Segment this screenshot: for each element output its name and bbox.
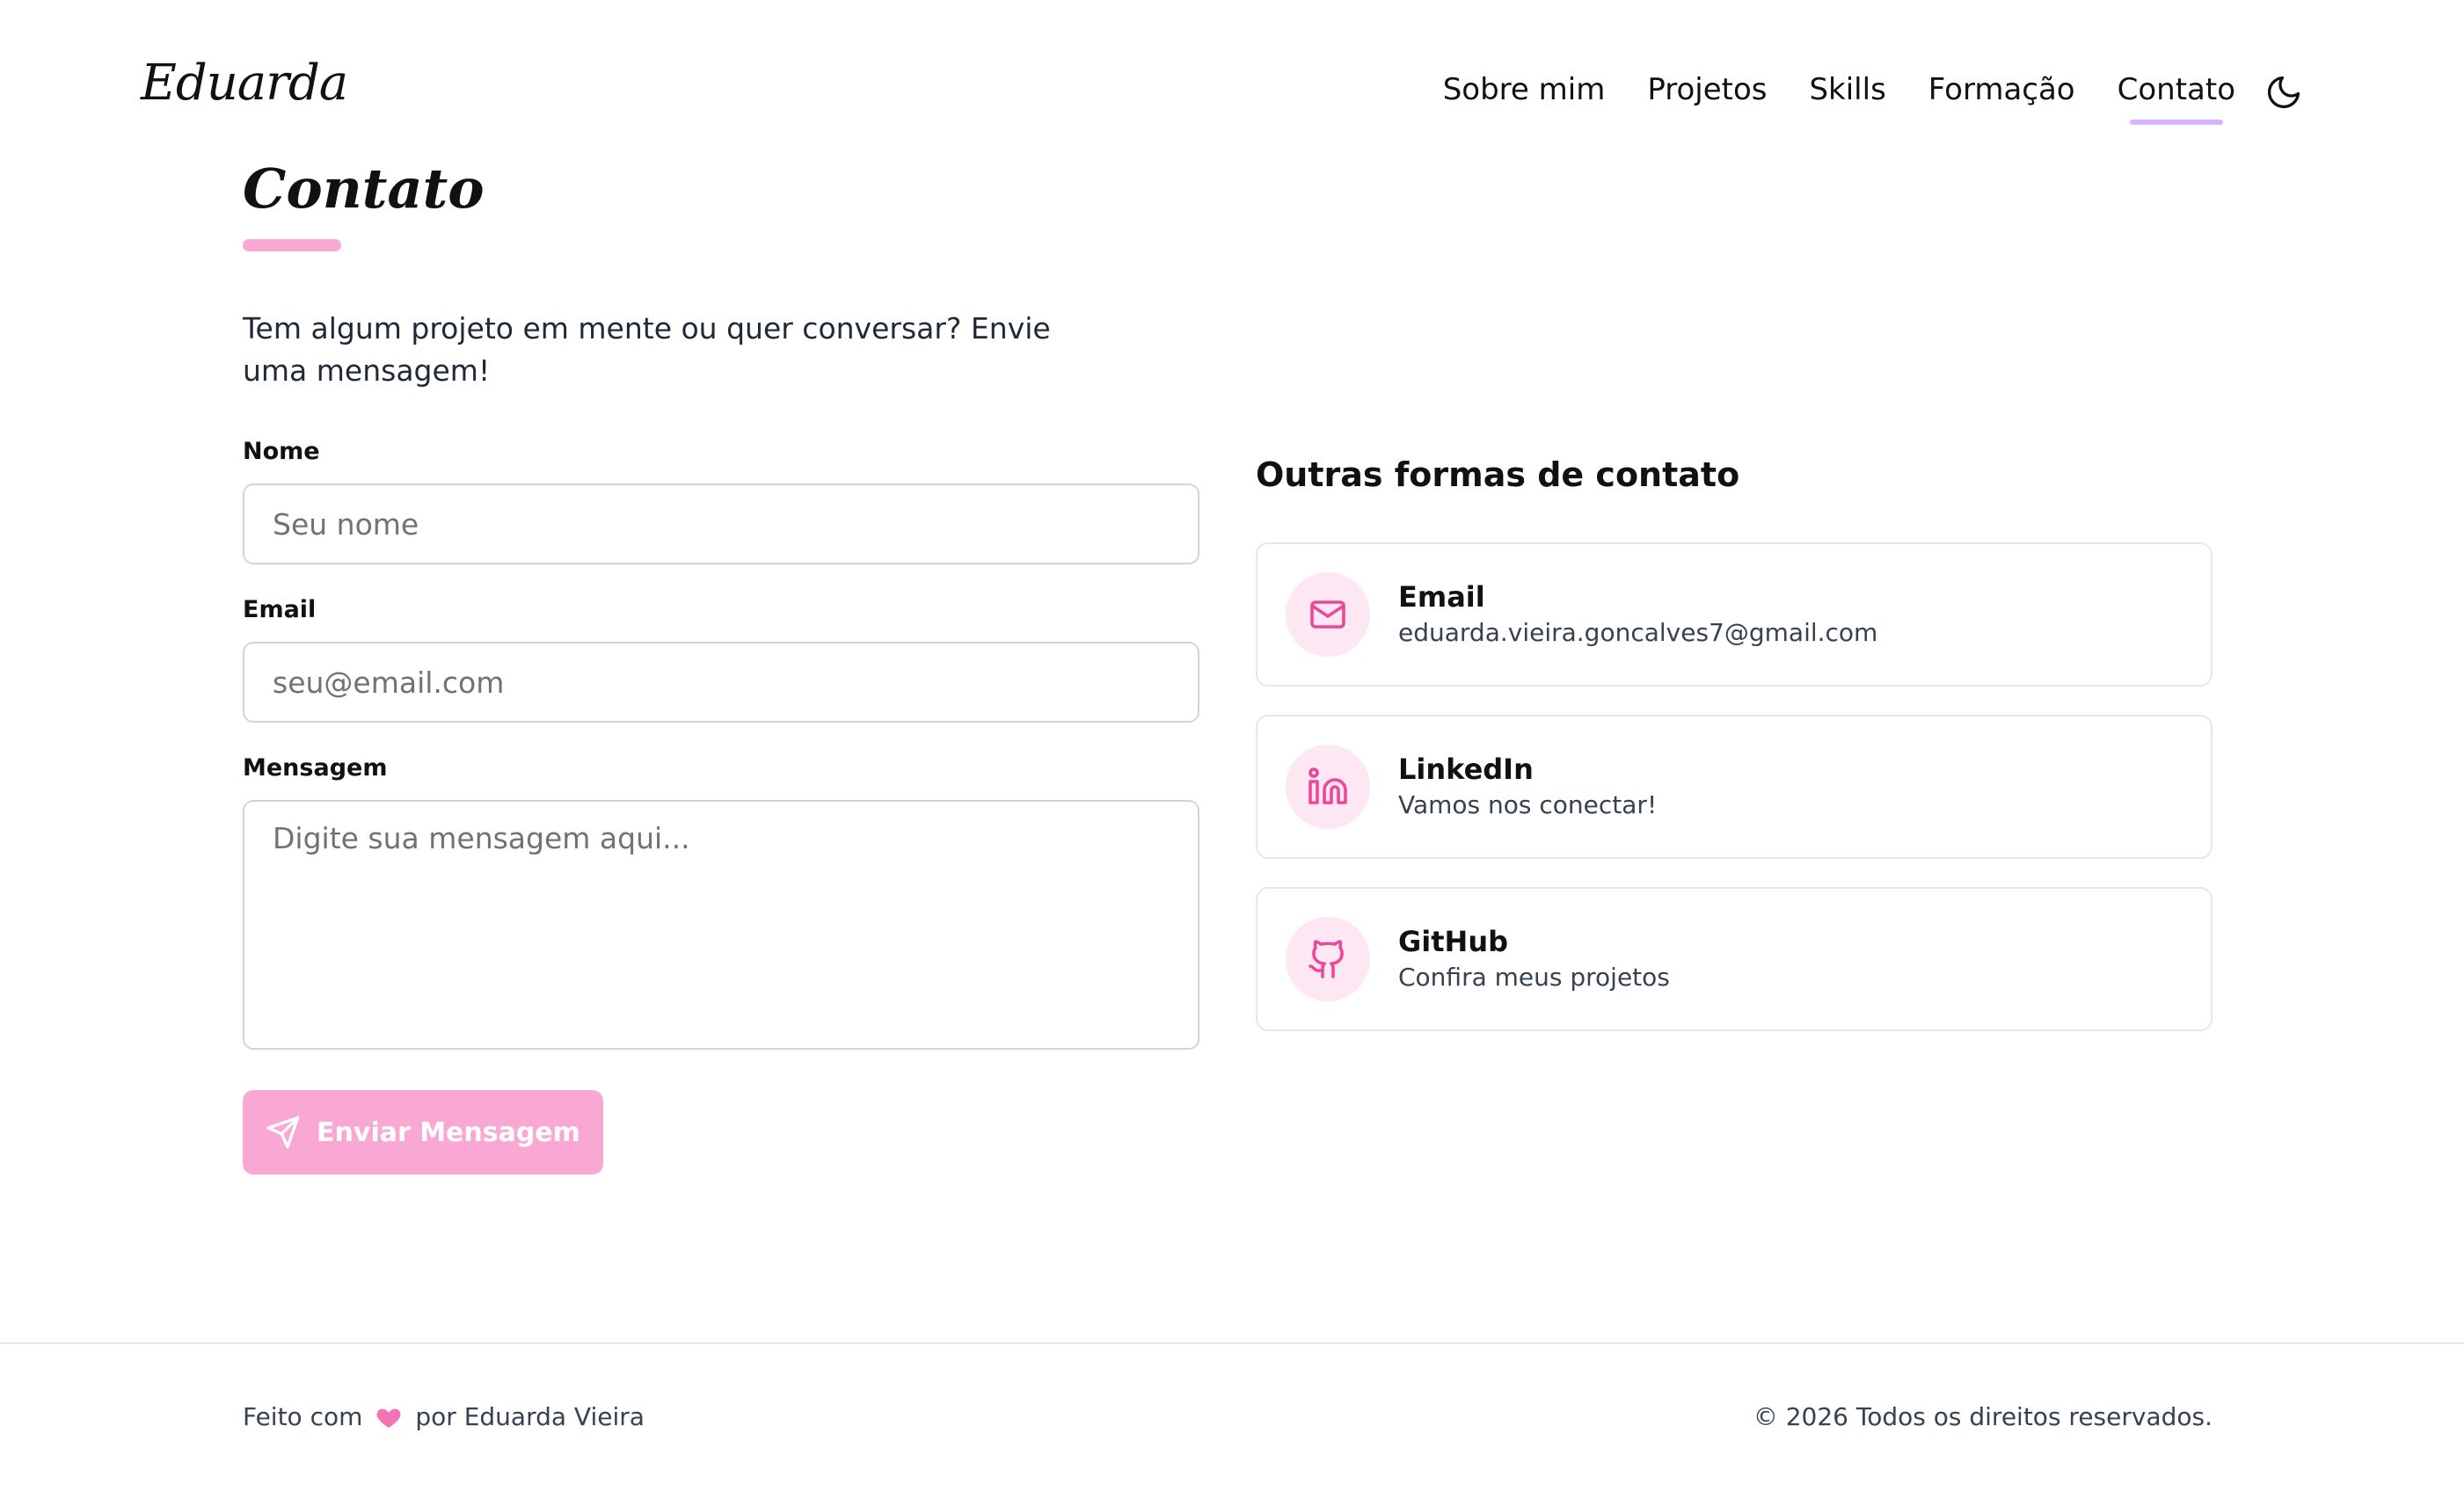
send-icon <box>266 1116 300 1149</box>
contact-subtitle: Vamos nos conectar! <box>1398 790 1658 819</box>
contact-title: Email <box>1398 580 1485 614</box>
footer-credit: Feito com por Eduarda Vieira <box>243 1402 645 1431</box>
contact-card-email[interactable]: Email eduarda.vieira.goncalves7@gmail.co… <box>1256 542 2212 687</box>
theme-toggle-button[interactable] <box>2262 70 2306 114</box>
intro-text: Tem algum projeto em mente ou quer conve… <box>243 311 1051 388</box>
nav-item-skills[interactable]: Skills <box>1809 72 1885 107</box>
email-label: Email <box>243 596 317 623</box>
logo[interactable]: Eduarda <box>141 55 348 112</box>
message-label: Mensagem <box>243 754 388 782</box>
footer-author: por Eduarda Vieira <box>415 1402 645 1431</box>
footer-divider <box>0 1342 2464 1344</box>
heart-icon <box>376 1408 401 1428</box>
nav-item-formacao[interactable]: Formação <box>1928 72 2075 107</box>
contact-card-linkedin[interactable]: LinkedIn Vamos nos conectar! <box>1256 715 2212 859</box>
main-nav: Sobre mim Projetos Skills Formação Conta… <box>1443 72 2235 125</box>
contact-subtitle: eduarda.vieira.goncalves7@gmail.com <box>1398 618 1878 647</box>
other-contacts-title: Outras formas de contato <box>1256 455 1740 494</box>
mail-icon-wrapper <box>1286 572 1370 657</box>
nav-item-sobre-mim[interactable]: Sobre mim <box>1443 72 1606 107</box>
linkedin-icon-wrapper <box>1286 745 1370 829</box>
name-label: Nome <box>243 438 320 465</box>
github-icon-wrapper <box>1286 917 1370 1001</box>
contact-title: LinkedIn <box>1398 753 1534 786</box>
github-icon <box>1309 940 1344 978</box>
linkedin-icon <box>1309 767 1347 804</box>
contact-subtitle: Confira meus projetos <box>1398 963 1670 992</box>
moon-icon <box>2267 76 2300 109</box>
message-textarea[interactable] <box>243 800 1199 1050</box>
footer-made-with: Feito com <box>243 1402 363 1431</box>
page-title: Contato <box>243 156 485 221</box>
nav-item-projetos[interactable]: Projetos <box>1647 72 1767 107</box>
nav-item-contato[interactable]: Contato <box>2118 72 2235 125</box>
send-message-button[interactable]: Enviar Mensagem <box>243 1090 603 1175</box>
contact-card-github[interactable]: GitHub Confira meus projetos <box>1256 887 2212 1031</box>
mail-icon <box>1310 600 1345 629</box>
name-input[interactable] <box>243 484 1199 564</box>
email-input[interactable] <box>243 642 1199 723</box>
footer-copyright: © 2026 Todos os direitos reservados. <box>1753 1402 2212 1431</box>
send-message-label: Enviar Mensagem <box>317 1116 580 1148</box>
title-underline <box>243 239 341 251</box>
contact-title: GitHub <box>1398 925 1508 958</box>
